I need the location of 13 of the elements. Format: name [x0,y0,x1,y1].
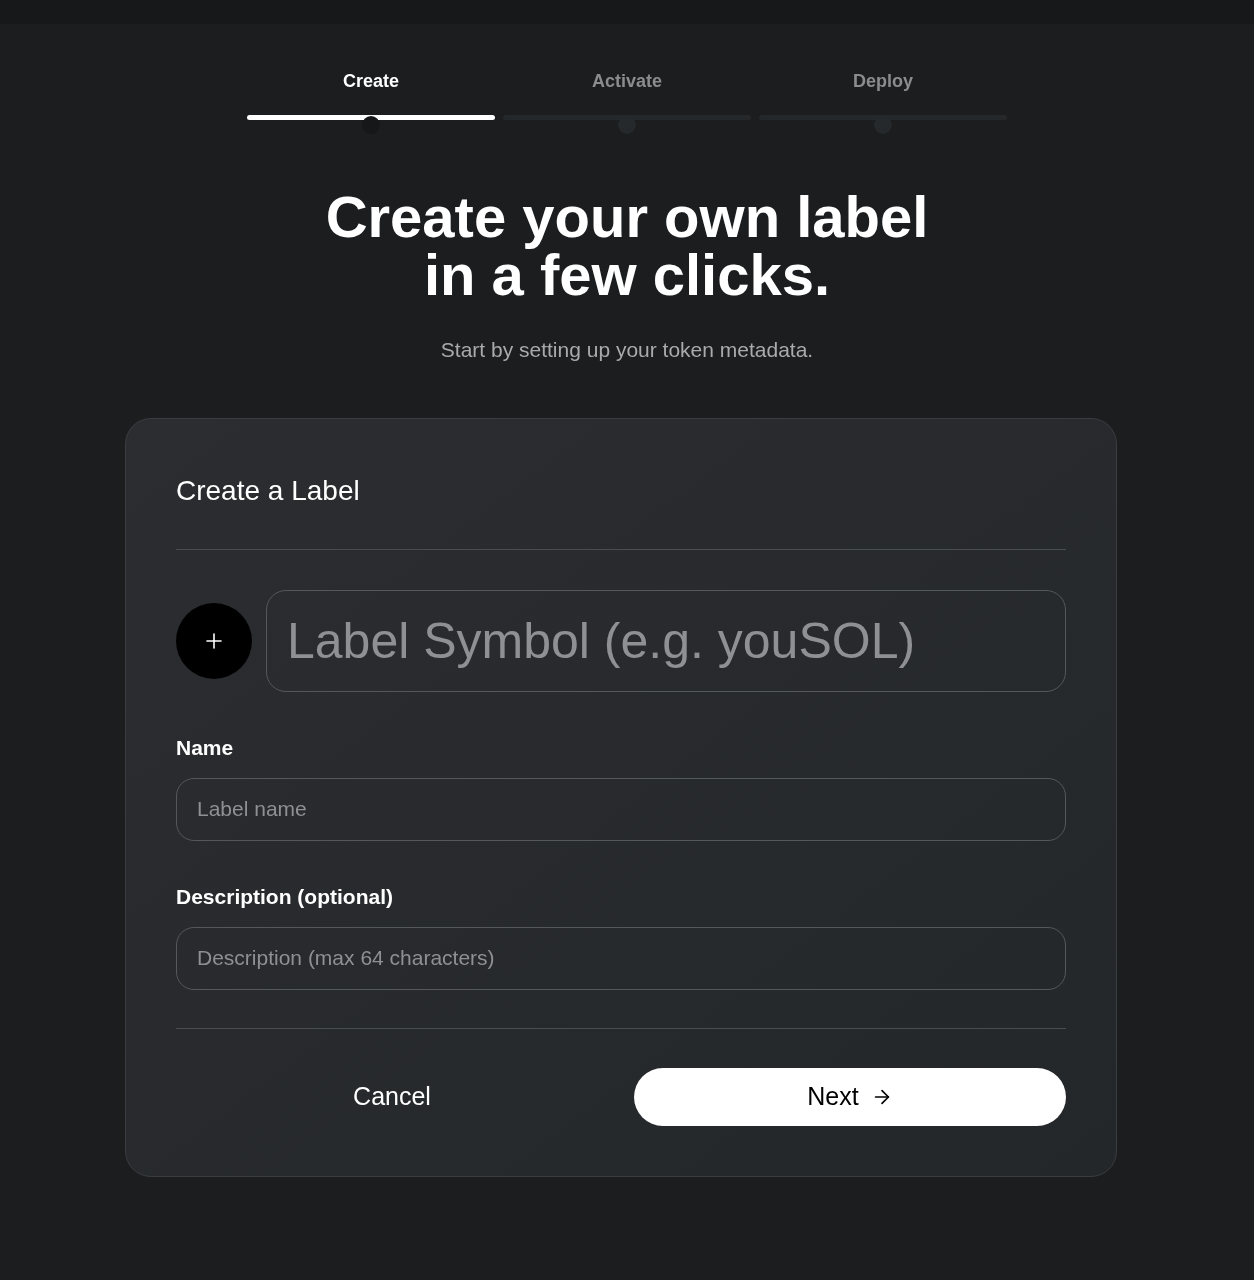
symbol-input-field[interactable]: Label Symbol (e.g. youSOL) [266,589,1066,692]
hero-subtitle: Start by setting up your token metadata. [440,337,814,363]
text-input-field[interactable]: Description (max 64 characters) [176,926,1066,990]
step-tab[interactable]: Activate [592,68,662,115]
field-label: Name [176,735,235,760]
next-button[interactable]: Next [634,1067,1066,1126]
text-input-field[interactable]: Label name [176,777,1066,841]
step-tab[interactable]: Deploy [853,68,913,115]
cancel-button[interactable]: Cancel [176,1067,608,1126]
card-title: Create a Label [176,473,361,508]
hero-title: Create your own label in a few clicks. [325,188,929,304]
field-label: Description (optional) [176,884,394,909]
step-tab[interactable]: Create [343,68,399,115]
